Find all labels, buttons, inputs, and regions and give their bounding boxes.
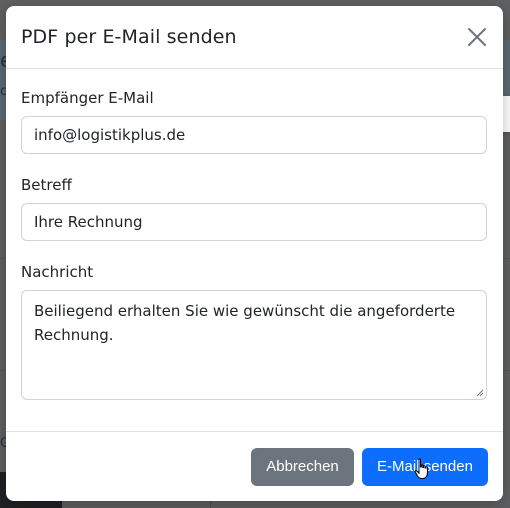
cancel-button[interactable]: Abbrechen (251, 447, 354, 486)
subject-group: Betreff Ihre Rechnung (21, 176, 487, 241)
message-value: Beiliegend erhalten Sie wie gewünscht di… (34, 302, 456, 344)
close-button[interactable] (466, 26, 488, 48)
subject-label: Betreff (21, 176, 72, 194)
message-textarea[interactable]: Beiliegend erhalten Sie wie gewünscht di… (21, 290, 487, 400)
recipient-label: Empfänger E-Mail (21, 89, 154, 107)
recipient-email-input[interactable]: info@logistikplus.de (21, 116, 487, 154)
send-email-button[interactable]: E-Mail senden (362, 447, 488, 486)
recipient-value: info@logistikplus.de (34, 126, 186, 144)
subject-value: Ihre Rechnung (34, 213, 143, 231)
message-group: Nachricht Beiliegend erhalten Sie wie ge… (21, 263, 487, 400)
modal-body: Empfänger E-Mail info@logistikplus.de Be… (6, 69, 503, 400)
message-label: Nachricht (21, 263, 94, 281)
resize-grip-icon[interactable] (476, 389, 484, 397)
subject-input[interactable]: Ihre Rechnung (21, 203, 487, 241)
modal-footer: Abbrechen E-Mail senden (6, 431, 503, 501)
email-pdf-modal: PDF per E-Mail senden Empfänger E-Mail i… (6, 6, 503, 501)
close-icon (466, 26, 488, 48)
modal-title: PDF per E-Mail senden (21, 26, 237, 48)
modal-header: PDF per E-Mail senden (6, 6, 503, 69)
hand-cursor-icon (414, 457, 428, 479)
recipient-group: Empfänger E-Mail info@logistikplus.de (21, 89, 487, 154)
